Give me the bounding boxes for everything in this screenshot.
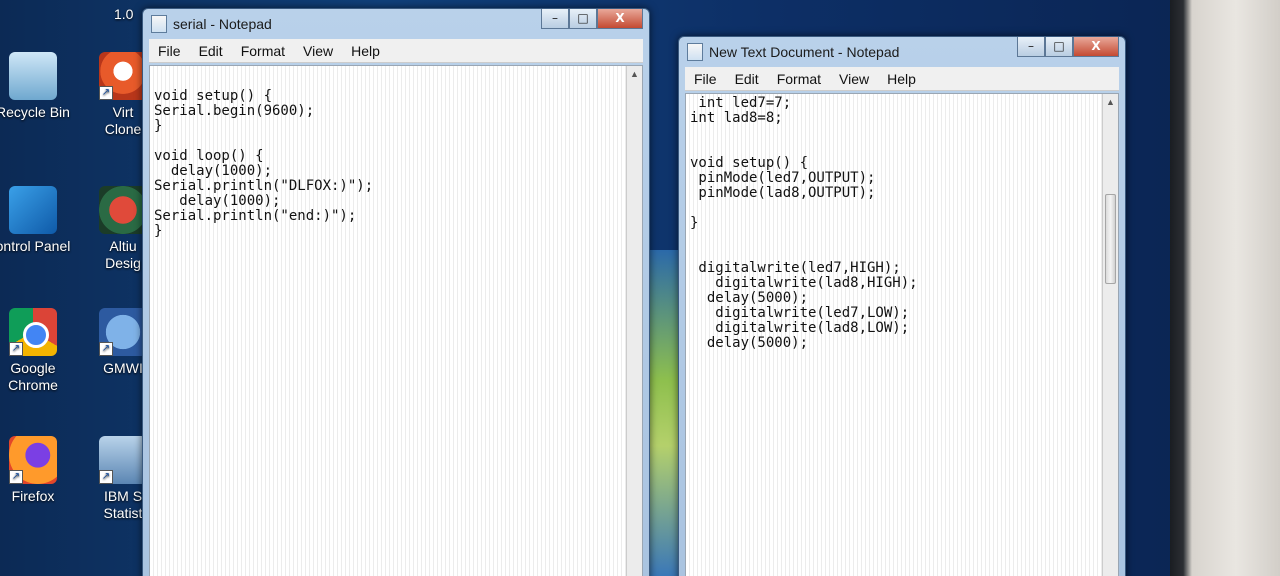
menu-view[interactable]: View	[830, 71, 878, 87]
window-title: New Text Document - Notepad	[709, 44, 900, 60]
maximize-button[interactable]: □	[569, 9, 597, 29]
menu-format[interactable]: Format	[768, 71, 830, 87]
ibm-spss-icon: ↗	[99, 436, 147, 484]
desktop-icon-label: ontrol Panel	[0, 238, 71, 254]
menu-edit[interactable]: Edit	[726, 71, 768, 87]
menu-file[interactable]: File	[685, 71, 726, 87]
menu-edit[interactable]: Edit	[190, 43, 232, 59]
close-button[interactable]: X	[597, 9, 643, 29]
gmw-icon: ↗	[99, 308, 147, 356]
desktop-icon-chrome[interactable]: ↗ Google Chrome	[0, 308, 78, 394]
notepad-icon	[687, 43, 703, 61]
desktop-icon-label: Recycle Bin	[0, 104, 70, 120]
menu-bar: File Edit Format View Help	[149, 39, 643, 63]
desktop: 1.0 jozveh1402 Recycle Bin ontrol Panel …	[0, 0, 1170, 576]
editor-content[interactable]: int led7=7; int lad8=8; void setup() { p…	[686, 94, 1118, 359]
shortcut-arrow-icon: ↗	[9, 342, 23, 356]
caption-buttons: – □ X	[1017, 37, 1119, 57]
notepad-window-new-text-document[interactable]: New Text Document - Notepad – □ X File E…	[678, 36, 1126, 576]
minimize-button[interactable]: –	[541, 9, 569, 29]
close-button[interactable]: X	[1073, 37, 1119, 57]
chrome-icon: ↗	[9, 308, 57, 356]
menu-format[interactable]: Format	[232, 43, 294, 59]
menu-file[interactable]: File	[149, 43, 190, 59]
menu-help[interactable]: Help	[878, 71, 925, 87]
menu-help[interactable]: Help	[342, 43, 389, 59]
scroll-up-icon[interactable]: ▲	[1103, 94, 1118, 110]
editor-content[interactable]: void setup() { Serial.begin(9600); } voi…	[150, 66, 642, 247]
virtual-clone-icon: ↗	[99, 52, 147, 100]
desktop-icon-recycle-bin[interactable]: Recycle Bin	[0, 52, 78, 121]
scroll-up-icon[interactable]: ▲	[627, 66, 642, 82]
vertical-scrollbar[interactable]: ▲	[1102, 94, 1118, 576]
desktop-top-label: 1.0	[114, 6, 134, 22]
menu-view[interactable]: View	[294, 43, 342, 59]
recycle-bin-icon	[9, 52, 57, 100]
firefox-icon: ↗	[9, 436, 57, 484]
text-editor[interactable]: void setup() { Serial.begin(9600); } voi…	[149, 65, 643, 576]
menu-bar: File Edit Format View Help	[685, 67, 1119, 91]
desktop-icon-label: Google Chrome	[8, 360, 58, 393]
shortcut-arrow-icon: ↗	[9, 470, 23, 484]
altium-designer-icon	[99, 186, 147, 234]
minimize-button[interactable]: –	[1017, 37, 1045, 57]
notepad-icon	[151, 15, 167, 33]
scrollbar-thumb[interactable]	[1105, 194, 1116, 284]
maximize-button[interactable]: □	[1045, 37, 1073, 57]
text-editor[interactable]: int led7=7; int lad8=8; void setup() { p…	[685, 93, 1119, 576]
window-title: serial - Notepad	[173, 16, 272, 32]
title-bar[interactable]: serial - Notepad – □ X	[143, 9, 649, 39]
title-bar[interactable]: New Text Document - Notepad – □ X	[679, 37, 1125, 67]
monitor-bezel	[1170, 0, 1280, 576]
shortcut-arrow-icon: ↗	[99, 342, 113, 356]
shortcut-arrow-icon: ↗	[99, 86, 113, 100]
desktop-icon-label: Firefox	[11, 488, 55, 504]
shortcut-arrow-icon: ↗	[99, 470, 113, 484]
vertical-scrollbar[interactable]: ▲	[626, 66, 642, 576]
desktop-icon-firefox[interactable]: ↗ Firefox	[0, 436, 78, 505]
control-panel-icon	[9, 186, 57, 234]
notepad-window-serial[interactable]: serial - Notepad – □ X File Edit Format …	[142, 8, 650, 576]
desktop-icon-control-panel[interactable]: ontrol Panel	[0, 186, 78, 255]
caption-buttons: – □ X	[541, 9, 643, 29]
